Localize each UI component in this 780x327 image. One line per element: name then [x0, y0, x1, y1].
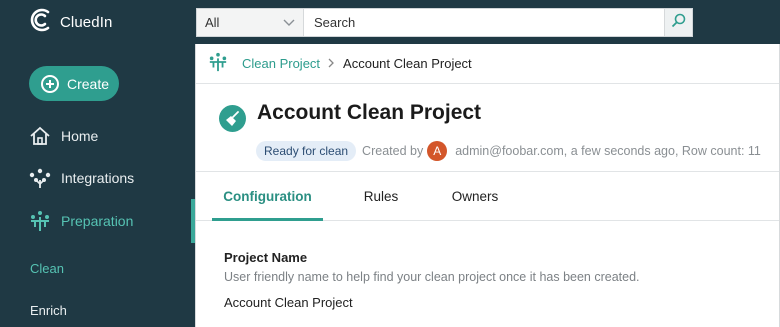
create-button[interactable]: Create: [29, 66, 119, 101]
active-tab-underline: [212, 218, 323, 221]
sidebar-item-preparation[interactable]: Preparation: [0, 203, 195, 239]
sidebar-item-label: Integrations: [61, 170, 135, 186]
search-bar: All: [196, 8, 693, 37]
search-button[interactable]: [664, 9, 692, 36]
search-scope-value: All: [205, 15, 220, 30]
brand[interactable]: CluedIn: [28, 8, 112, 36]
main-content: Clean Project Account Clean Project Acco…: [195, 44, 780, 327]
avatar: A: [427, 141, 448, 161]
project-meta-text: admin@foobar.com, a few seconds ago, Row…: [455, 144, 761, 158]
sidebar-subitem-clean[interactable]: Clean: [30, 261, 64, 276]
project-name-help: User friendly name to help find your cle…: [224, 270, 640, 284]
plus-circle-icon: [41, 74, 59, 93]
app-name: CluedIn: [60, 13, 113, 31]
sidebar-subitem-enrich[interactable]: Enrich: [30, 303, 67, 318]
sidebar-item-integrations[interactable]: Integrations: [0, 160, 195, 196]
sidebar-item-label: Preparation: [61, 213, 134, 229]
sidebar-item-label: Home: [61, 128, 99, 144]
tab-owners[interactable]: Owners: [444, 172, 506, 220]
search-scope-select[interactable]: All: [197, 9, 304, 36]
broom-icon: [219, 105, 246, 132]
top-bar: All: [195, 0, 780, 44]
tab-bar: Configuration Rules Owners: [196, 171, 779, 221]
sidebar: CluedIn Create Home Integrations Prepara…: [0, 0, 195, 327]
integrations-icon: [29, 167, 51, 189]
project-meta: Ready for clean Created by A admin@fooba…: [256, 140, 761, 162]
tab-rules[interactable]: Rules: [351, 172, 411, 220]
created-by-label: Created by: [362, 144, 424, 158]
breadcrumb-current: Account Clean Project: [343, 56, 472, 71]
sidebar-item-home[interactable]: Home: [0, 118, 195, 154]
chevron-down-icon: [283, 15, 295, 30]
preparation-icon: [29, 210, 51, 232]
cluedin-logo-icon: [28, 7, 52, 38]
home-icon: [29, 125, 51, 147]
preparation-icon: [208, 52, 228, 75]
create-button-label: Create: [67, 75, 110, 92]
breadcrumb: Clean Project Account Clean Project: [196, 44, 779, 84]
chevron-right-icon: [328, 57, 335, 71]
project-name-label: Project Name: [224, 250, 308, 265]
page-title: Account Clean Project: [257, 101, 482, 124]
search-input[interactable]: [304, 9, 664, 36]
status-badge: Ready for clean: [256, 141, 357, 161]
tab-configuration[interactable]: Configuration: [212, 172, 323, 220]
search-icon: [671, 13, 686, 33]
project-name-value: Account Clean Project: [224, 295, 353, 310]
breadcrumb-link-clean-project[interactable]: Clean Project: [242, 56, 320, 71]
